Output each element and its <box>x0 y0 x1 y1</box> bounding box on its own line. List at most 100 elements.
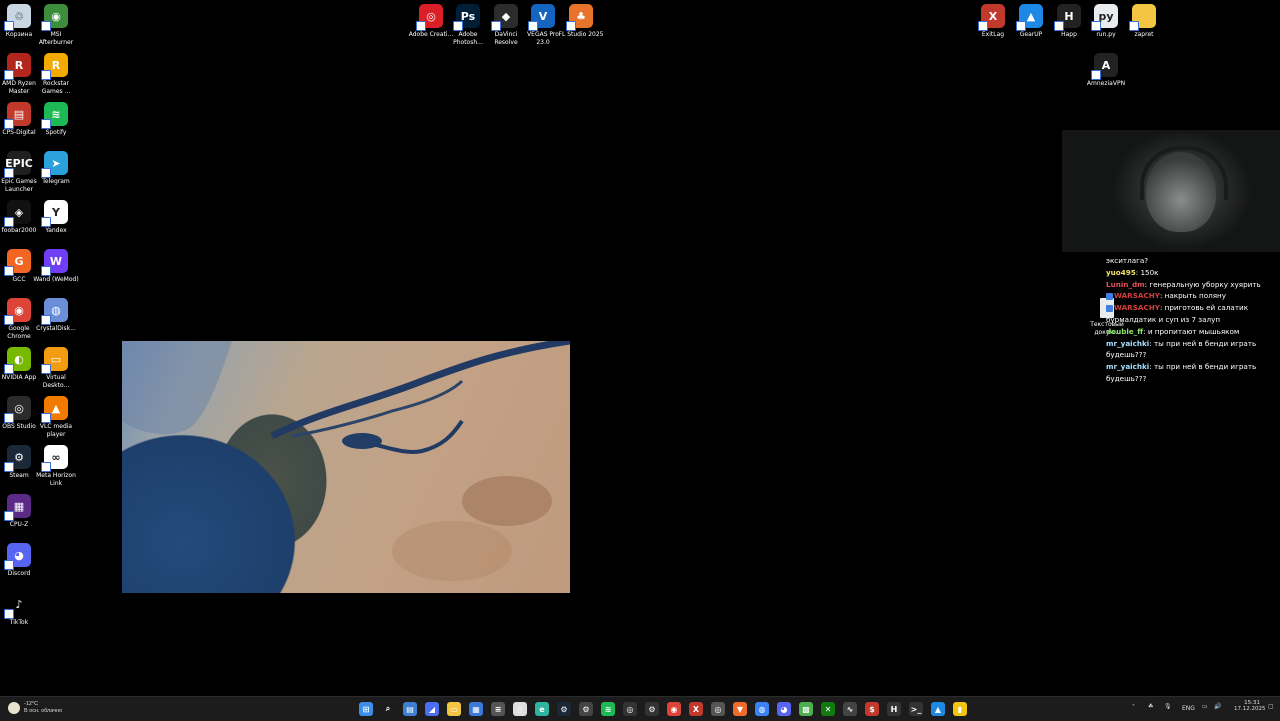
desktop-icon-discord[interactable]: ◕ Discord <box>0 543 38 578</box>
amd-ryzen-master-icon: R <box>4 53 31 80</box>
chat-username: WARSACHY <box>1114 303 1160 313</box>
desktop-icon-label: Rockstar Games ... <box>41 80 71 95</box>
desktop-icon-fl-studio[interactable]: ♣ FL Studio 2025 <box>559 4 604 39</box>
gear-taskbar-icon[interactable]: ⚙ <box>645 702 659 716</box>
desktop-icon-yandex-browser[interactable]: Y Yandex <box>37 200 75 235</box>
desktop-icon-msi-afterburner[interactable]: ◉ MSI Afterburner <box>37 4 75 46</box>
gearup-icon: ▲ <box>1016 4 1043 31</box>
globe-icon[interactable]: ◍ <box>755 702 769 716</box>
desktop-icon-label: AmneziaVPN <box>1086 80 1126 87</box>
amneziavpn-icon: A <box>1091 53 1118 80</box>
desktop-icon-photoshop[interactable]: Ps Adobe Photosh... <box>449 4 487 46</box>
app-s-icon[interactable]: $ <box>865 702 879 716</box>
chatgpt-icon[interactable]: ◎ <box>623 702 637 716</box>
desktop-icon-vlc[interactable]: ▲ VLC media player <box>37 396 75 438</box>
exitlag-taskbar-icon[interactable]: X <box>689 702 703 716</box>
happ-taskbar-icon[interactable]: H <box>887 702 901 716</box>
desktop-icon-virtual-desktop[interactable]: ▭ Virtual Deskto... <box>37 347 75 389</box>
desktop-icon-label: Spotify <box>45 129 67 136</box>
chat-message: Lunin_dm: генеральную уборку хуярить <box>1106 279 1266 291</box>
volume-icon[interactable]: 🔊 <box>1214 703 1221 710</box>
desktop-icon-cpu-z[interactable]: ▦ CPU-Z <box>0 494 38 529</box>
weather-widget[interactable]: -12°C В осн. облачно <box>8 701 62 715</box>
fl-studio-icon: ♣ <box>566 4 593 31</box>
shortcut-arrow-icon <box>4 217 14 227</box>
shortcut-arrow-icon <box>41 21 51 31</box>
shortcut-arrow-icon <box>4 511 14 521</box>
desktop-icon-exitlag[interactable]: X ExitLag <box>974 4 1012 39</box>
desktop-icon-wand[interactable]: W Wand (WeMod) <box>33 249 79 284</box>
widgets-icon[interactable]: ▤ <box>403 702 417 716</box>
weather-cloud-icon <box>8 702 20 714</box>
desktop-icon-epic-games[interactable]: EPIC Epic Games Launcher <box>0 151 38 193</box>
chat-text: и пропитают мышьяком <box>1147 326 1240 336</box>
desktop-icon-rockstar[interactable]: R Rockstar Games ... <box>37 53 75 95</box>
desktop-icon-spotify[interactable]: ≋ Spotify <box>37 102 75 137</box>
desktop-icon-meta-horizon[interactable]: ∞ Meta Horizon Link <box>36 445 76 487</box>
shortcut-arrow-icon <box>1091 70 1101 80</box>
folder-icon <box>1129 4 1156 31</box>
store-icon[interactable]: ▦ <box>469 702 483 716</box>
chrome-taskbar-icon[interactable]: ◉ <box>667 702 681 716</box>
taskbar-app-2-icon[interactable]: ◢ <box>425 702 439 716</box>
desktop-icon-label: zapret <box>1134 31 1154 38</box>
obs-icon: ◎ <box>4 396 31 423</box>
meta-horizon-icon: ∞ <box>41 445 68 472</box>
razer-icon[interactable]: ∿ <box>843 702 857 716</box>
desktop-icon-telegram[interactable]: ➤ Telegram <box>37 151 75 186</box>
desktop-icon-chrome[interactable]: ◉ Google Chrome <box>0 298 38 340</box>
chat-badge-icon <box>1106 304 1113 312</box>
shortcut-arrow-icon <box>4 364 14 374</box>
clock[interactable]: 15:31 17.12.2025 <box>1234 700 1266 712</box>
satellite-terrain-graphic <box>122 341 570 581</box>
steam-taskbar-icon[interactable]: ⚙ <box>557 702 571 716</box>
discord-taskbar-icon[interactable]: ◕ <box>777 702 791 716</box>
clock-date: 17.12.2025 <box>1234 706 1266 712</box>
brave-icon[interactable]: ▼ <box>733 702 747 716</box>
wand-taskbar-icon[interactable]: ≡ <box>491 702 505 716</box>
notifications-icon[interactable]: ▢ <box>1268 703 1274 710</box>
edge-icon[interactable]: e <box>535 702 549 716</box>
terminal-icon[interactable]: >_ <box>909 702 923 716</box>
shortcut-arrow-icon <box>4 266 14 276</box>
steam-icon: ⚙ <box>4 445 31 472</box>
desktop-icon-label: Telegram <box>42 178 70 185</box>
settings-icon[interactable]: ⚙ <box>579 702 593 716</box>
clipboard-icon[interactable]: ▯ <box>513 702 527 716</box>
msi-afterburner-icon: ◉ <box>41 4 68 31</box>
desktop-icon-python-file[interactable]: py run.py <box>1087 4 1125 39</box>
shortcut-arrow-icon <box>1054 21 1064 31</box>
minecraft-icon[interactable]: ▩ <box>799 702 813 716</box>
shortcut-arrow-icon <box>4 168 14 178</box>
desktop-icon-label: CrystalDisk... <box>36 325 76 332</box>
desktop-icon-tiktok[interactable]: ♪ TikTok <box>0 592 38 627</box>
desktop-icon-gearup[interactable]: ▲ GearUP <box>1012 4 1050 39</box>
xbox-icon[interactable]: ✕ <box>821 702 835 716</box>
desktop-icon-vegas[interactable]: V VEGAS Pro 23.0 <box>524 4 562 46</box>
chat-username: double_ff <box>1106 326 1144 336</box>
search-icon[interactable]: ⌕ <box>381 702 395 716</box>
network-icon[interactable]: ▭ <box>1202 703 1208 710</box>
chat-text: экситлага? <box>1106 256 1149 265</box>
cps-digital-icon: ▤ <box>4 102 31 129</box>
tiktok-icon: ♪ <box>4 592 31 619</box>
desktop-icon-crystaldisk[interactable]: ◍ CrystalDisk... <box>36 298 76 333</box>
gearup-taskbar-icon[interactable]: ▲ <box>931 702 945 716</box>
notes-icon[interactable]: ▮ <box>953 702 967 716</box>
desktop-icon-folder[interactable]: zapret <box>1125 4 1163 39</box>
file-explorer-icon[interactable]: ▭ <box>447 702 461 716</box>
obs-taskbar-icon[interactable]: ◎ <box>711 702 725 716</box>
shortcut-arrow-icon <box>41 70 51 80</box>
tray-app-icon[interactable]: ☘ <box>1148 703 1153 710</box>
cpu-z-icon: ▦ <box>4 494 31 521</box>
satellite-image-window[interactable] <box>122 341 570 593</box>
desktop-icon-label: Virtual Deskto... <box>42 374 70 389</box>
chevron-up-icon[interactable]: ˄ <box>1132 704 1135 711</box>
language-indicator[interactable]: ENG <box>1182 705 1195 712</box>
start-icon[interactable]: ⊞ <box>359 702 373 716</box>
spotify-taskbar-icon[interactable]: ≋ <box>601 702 615 716</box>
desktop-icon-label: Discord <box>7 570 31 577</box>
microphone-icon[interactable]: 🎙 <box>1164 703 1172 710</box>
chat-message: WARSACHY: накрыть поляну <box>1106 290 1266 302</box>
desktop-icon-amneziavpn[interactable]: A AmneziaVPN <box>1087 53 1125 88</box>
